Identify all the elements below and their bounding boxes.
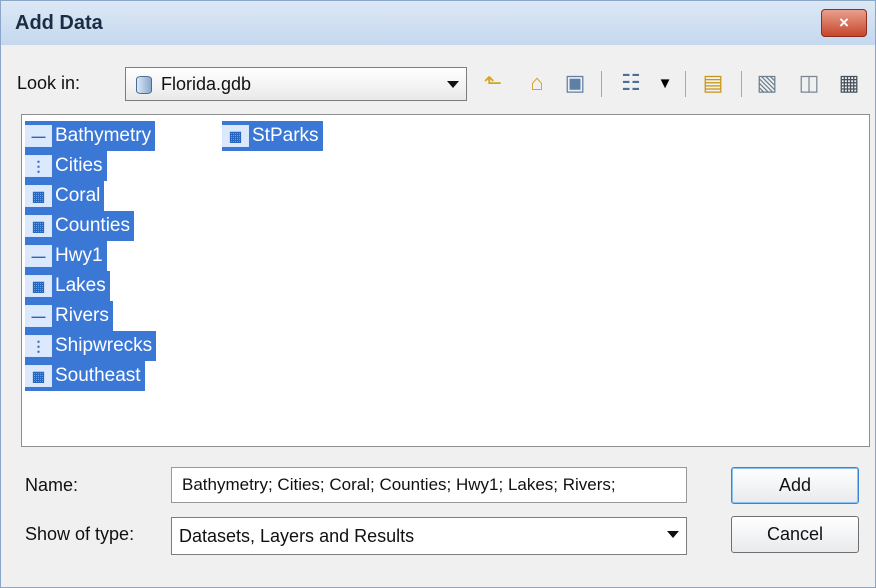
list-item[interactable]: — Bathymetry (25, 121, 156, 151)
point-feature-icon: ⋮ (25, 155, 52, 177)
list-item[interactable]: ⋮ Cities (25, 151, 107, 181)
up-folder-icon[interactable]: ⬑ (479, 69, 507, 97)
name-field[interactable]: Bathymetry; Cities; Coral; Counties; Hwy… (171, 467, 687, 503)
show-type-dropdown[interactable]: Datasets, Layers and Results (171, 517, 687, 555)
database-icon[interactable]: ◫ (795, 69, 823, 97)
polygon-feature-icon: ▦ (25, 185, 52, 207)
line-feature-icon: — (25, 245, 52, 267)
list-item[interactable]: — Rivers (25, 301, 113, 331)
title-bar: Add Data × (1, 1, 875, 45)
chevron-down-icon[interactable] (447, 81, 459, 88)
line-feature-icon: — (25, 125, 52, 147)
line-feature-icon: — (25, 305, 52, 327)
chevron-down-icon[interactable]: ▼ (651, 69, 679, 97)
database-icon (136, 76, 152, 94)
toolbar-separator (741, 71, 742, 97)
dialog-title: Add Data (15, 12, 103, 34)
new-folder-icon[interactable]: ▤ (699, 69, 727, 97)
polygon-feature-icon: ▦ (25, 275, 52, 297)
polygon-feature-icon: ▦ (25, 365, 52, 387)
toolbar-separator (685, 71, 686, 97)
catalog-icon[interactable]: ▧ (753, 69, 781, 97)
polygon-feature-icon: ▦ (25, 215, 52, 237)
cancel-button[interactable]: Cancel (731, 516, 859, 553)
add-button[interactable]: Add (731, 467, 859, 504)
view-icon[interactable]: ☷ (617, 69, 645, 97)
home-icon[interactable]: ⌂ (523, 69, 551, 97)
toolbar-separator (601, 71, 602, 97)
list-item[interactable]: ▦ Counties (25, 211, 134, 241)
show-type-value: Datasets, Layers and Results (179, 526, 415, 546)
point-feature-icon: ⋮ (25, 335, 52, 357)
add-data-dialog: Add Data × Look in: Florida.gdb ⬑ ⌂ ▣ ☷ … (0, 0, 876, 588)
name-label: Name: (25, 475, 79, 495)
file-list[interactable]: — Bathymetry ⋮ Cities ▦ Coral ▦ Counties — Hw… (21, 114, 870, 447)
show-type-label: Show of type: (25, 524, 135, 544)
toolbox-icon[interactable]: ▦ (835, 69, 863, 97)
list-item[interactable]: ▦ Coral (25, 181, 105, 211)
chevron-down-icon[interactable] (667, 531, 679, 538)
list-item[interactable]: ▦ Southeast (25, 361, 145, 391)
look-in-value: Florida.gdb (161, 74, 252, 94)
list-item[interactable]: ▦ StParks (222, 121, 323, 151)
close-button[interactable]: × (821, 9, 867, 37)
polygon-feature-icon: ▦ (222, 125, 249, 147)
look-in-dropdown[interactable]: Florida.gdb (125, 67, 467, 101)
connect-icon[interactable]: ▣ (561, 69, 589, 97)
look-in-label: Look in: (17, 73, 81, 93)
list-item[interactable]: ▦ Lakes (25, 271, 110, 301)
list-item[interactable]: — Hwy1 (25, 241, 107, 271)
list-item[interactable]: ⋮ Shipwrecks (25, 331, 157, 361)
